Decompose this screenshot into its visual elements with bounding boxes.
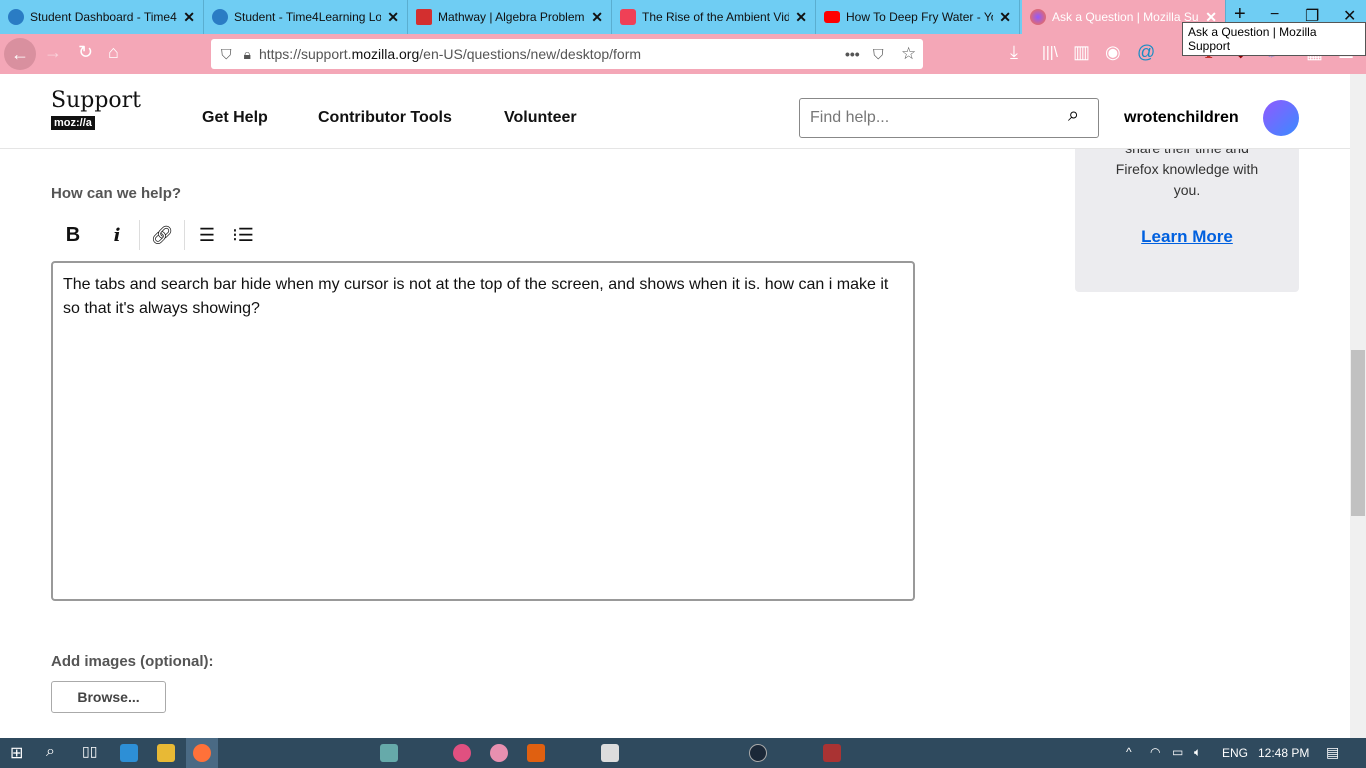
- sidebar-text: Firefox knowledge with: [1115, 161, 1259, 177]
- library-icon[interactable]: |||\: [1042, 44, 1058, 61]
- url-prefix: https://support.: [258, 46, 352, 62]
- firefox-icon: [1030, 9, 1046, 25]
- nav-get-help[interactable]: Get Help: [202, 109, 268, 127]
- reload-icon[interactable]: ↻: [78, 42, 93, 63]
- winrar-icon[interactable]: [823, 744, 841, 762]
- notifications-icon[interactable]: ▤: [1326, 744, 1339, 761]
- close-tab-icon[interactable]: ✕: [387, 9, 399, 26]
- bold-button[interactable]: B: [51, 224, 95, 247]
- username[interactable]: wrotenchildren: [1124, 109, 1239, 127]
- clock[interactable]: 12:48 PM: [1258, 746, 1309, 760]
- media-icon[interactable]: [601, 744, 619, 762]
- task-view-icon[interactable]: ▯▯: [82, 743, 97, 760]
- tab-title: Mathway | Algebra Problem Solver: [438, 10, 585, 24]
- search-icon[interactable]: ⌕: [1068, 104, 1079, 127]
- tab[interactable]: How To Deep Fry Water - YouTube ✕: [816, 0, 1020, 34]
- tab-title: Student - Time4Learning Login: [234, 10, 382, 24]
- volume-icon[interactable]: 🔈︎: [1194, 745, 1201, 760]
- tab[interactable]: Mathway | Algebra Problem Solver ✕: [408, 0, 612, 34]
- page-actions-icon[interactable]: •••: [845, 46, 860, 62]
- firefox-taskbar-button[interactable]: [186, 738, 218, 768]
- tab-title: How To Deep Fry Water - YouTube: [846, 10, 993, 24]
- extension-icon[interactable]: @: [1137, 42, 1155, 63]
- lock-icon: 🔒︎: [243, 45, 251, 62]
- youtube-icon: [824, 11, 840, 23]
- time4learning-icon: [8, 9, 24, 25]
- pocket-icon: [620, 9, 636, 25]
- paint-icon[interactable]: [380, 744, 398, 762]
- url-domain: mozilla.org: [351, 46, 420, 62]
- tab-strip: Student Dashboard - Time4Learning ✕ Stude…: [0, 0, 1366, 34]
- browse-button[interactable]: Browse...: [51, 681, 166, 713]
- steam-icon[interactable]: [749, 744, 767, 762]
- pocket-icon[interactable]: ⛉: [873, 46, 884, 63]
- account-icon[interactable]: ◉: [1105, 42, 1121, 63]
- add-images-label: Add images (optional):: [51, 653, 214, 670]
- avatar[interactable]: [1263, 100, 1299, 136]
- tooltip: Ask a Question | Mozilla Support: [1182, 22, 1366, 56]
- url-path: /en-US/questions/new/desktop/form: [419, 46, 642, 62]
- search-input[interactable]: Find help...: [799, 98, 1099, 138]
- navigation-toolbar: ← → ↻ ⌂ ⛉ 🔒︎ https://support. mozilla.org…: [0, 34, 1366, 74]
- bulleted-list-icon[interactable]: ⁝☰: [221, 225, 265, 246]
- nav-volunteer[interactable]: Volunteer: [504, 109, 577, 127]
- battery-icon[interactable]: ▭: [1172, 745, 1183, 759]
- file-explorer-icon[interactable]: [157, 744, 175, 762]
- tab-title: The Rise of the Ambient Video: [642, 10, 790, 24]
- mail-icon[interactable]: [120, 744, 138, 762]
- tab-title: Student Dashboard - Time4Learning: [30, 10, 177, 24]
- app-icon[interactable]: [490, 744, 508, 762]
- firefox-icon: [193, 744, 211, 762]
- mathway-icon: [416, 9, 432, 25]
- editor-toolbar: B i 🔗︎ ☰ ⁝☰: [51, 220, 265, 250]
- logo-text: Support: [51, 88, 142, 113]
- learn-more-link[interactable]: Learn More: [1075, 226, 1299, 247]
- tab[interactable]: Student Dashboard - Time4Learning ✕: [0, 0, 204, 34]
- mozilla-wordmark: moz://a: [51, 116, 95, 130]
- downloads-icon[interactable]: ⤓: [1010, 42, 1018, 63]
- tab[interactable]: Student - Time4Learning Login ✕: [204, 0, 408, 34]
- app-icon[interactable]: [527, 744, 545, 762]
- link-icon[interactable]: 🔗︎: [140, 225, 184, 246]
- tab-title: Ask a Question | Mozilla Support: [1052, 10, 1199, 24]
- language-indicator[interactable]: ENG: [1222, 746, 1248, 760]
- close-tab-icon[interactable]: ✕: [591, 9, 603, 26]
- time4learning-icon: [212, 9, 228, 25]
- windows-start-icon[interactable]: ⊞: [10, 743, 23, 763]
- show-hidden-icons[interactable]: ^: [1126, 745, 1132, 759]
- scrollbar-thumb[interactable]: [1351, 350, 1365, 516]
- close-tab-icon[interactable]: ✕: [999, 9, 1011, 26]
- sidebar-icon[interactable]: ▥: [1073, 42, 1090, 63]
- tab[interactable]: The Rise of the Ambient Video ✕: [612, 0, 816, 34]
- italic-button[interactable]: i: [95, 225, 139, 246]
- help-label: How can we help?: [51, 185, 182, 202]
- site-header: Support moz://a Get Help Contributor Tool…: [0, 74, 1350, 149]
- close-tab-icon[interactable]: ✕: [795, 9, 807, 26]
- close-tab-icon[interactable]: ✕: [183, 9, 195, 26]
- app-icon[interactable]: [453, 744, 471, 762]
- search-icon[interactable]: ⌕: [46, 743, 55, 761]
- sidebar-text: you.: [1173, 182, 1201, 198]
- logo[interactable]: Support moz://a: [51, 88, 141, 131]
- home-icon[interactable]: ⌂: [108, 42, 119, 63]
- bookmark-star-icon[interactable]: ☆: [901, 44, 916, 64]
- wifi-icon[interactable]: ◠: [1150, 745, 1160, 759]
- nav-contributor-tools[interactable]: Contributor Tools: [318, 109, 452, 127]
- url-bar[interactable]: ⛉ 🔒︎ https://support. mozilla.org/en-US/q…: [211, 39, 923, 69]
- taskbar: ⊞ ⌕ ▯▯ ^ ◠ ▭ 🔈︎ ENG 12:48 PM ▤: [0, 738, 1366, 768]
- forward-icon[interactable]: →: [44, 42, 62, 63]
- question-textarea[interactable]: The tabs and search bar hide when my cur…: [51, 261, 915, 601]
- shield-icon: ⛉: [221, 45, 232, 62]
- back-icon[interactable]: ←: [4, 38, 36, 70]
